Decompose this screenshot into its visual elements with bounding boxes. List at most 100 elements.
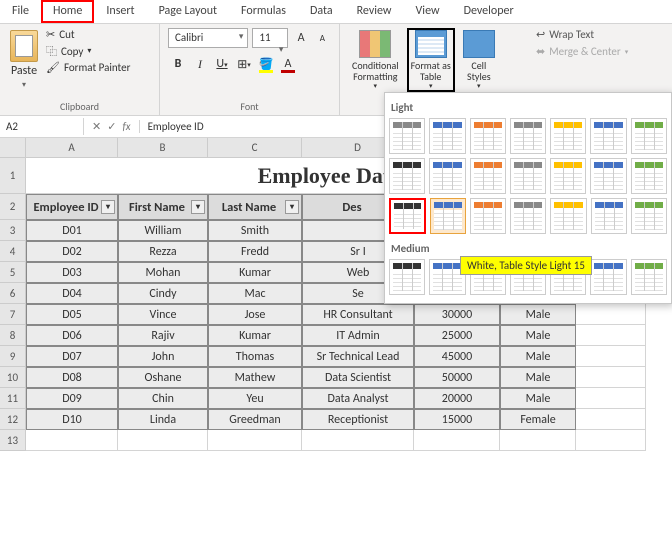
bold-button[interactable]: B — [168, 54, 188, 74]
table-cell[interactable]: Greedman — [208, 409, 302, 430]
table-cell[interactable] — [576, 409, 646, 430]
table-style-thumb[interactable] — [389, 259, 425, 295]
copy-button[interactable]: ⿻Copy ▾ — [46, 43, 130, 59]
table-cell[interactable] — [500, 430, 576, 451]
row-header[interactable]: 8 — [0, 325, 26, 346]
table-style-thumb[interactable] — [631, 158, 667, 194]
table-style-thumb[interactable] — [510, 158, 546, 194]
table-style-thumb[interactable] — [590, 158, 626, 194]
table-style-thumb[interactable] — [470, 198, 506, 234]
table-cell[interactable] — [576, 367, 646, 388]
row-header[interactable]: 6 — [0, 283, 26, 304]
table-cell[interactable]: 25000 — [414, 325, 500, 346]
table-cell[interactable] — [208, 430, 302, 451]
table-style-thumb[interactable] — [550, 198, 586, 234]
table-cell[interactable]: Rajiv — [118, 325, 208, 346]
fx-icon[interactable]: fx — [122, 120, 130, 133]
table-style-thumb[interactable] — [631, 198, 667, 234]
table-cell[interactable]: Smith — [208, 220, 302, 241]
table-cell[interactable]: Male — [500, 367, 576, 388]
cell-styles-button[interactable]: Cell Styles▾ — [459, 28, 499, 92]
table-cell[interactable]: 30000 — [414, 304, 500, 325]
row-header[interactable]: 1 — [0, 158, 26, 194]
table-cell[interactable]: Receptionist — [302, 409, 414, 430]
table-cell[interactable]: William — [118, 220, 208, 241]
name-box[interactable]: A2 — [0, 118, 84, 135]
table-cell[interactable]: Linda — [118, 409, 208, 430]
table-cell[interactable]: Yeu — [208, 388, 302, 409]
table-cell[interactable]: D03 — [26, 262, 118, 283]
table-cell[interactable]: Data Analyst — [302, 388, 414, 409]
table-cell[interactable]: Mathew — [208, 367, 302, 388]
tab-view[interactable]: View — [404, 0, 452, 23]
table-style-thumb[interactable] — [429, 158, 465, 194]
table-cell[interactable]: Mac — [208, 283, 302, 304]
wrap-text-button[interactable]: ↩Wrap Text — [536, 28, 640, 41]
cut-button[interactable]: ✂Cut — [46, 28, 130, 41]
cancel-formula-icon[interactable]: ✕ — [92, 120, 101, 133]
table-cell[interactable]: Jose — [208, 304, 302, 325]
table-cell[interactable]: Vince — [118, 304, 208, 325]
row-header[interactable]: 2 — [0, 194, 26, 220]
row-header[interactable]: 3 — [0, 220, 26, 241]
col-header[interactable]: C — [208, 138, 302, 158]
fill-color-button[interactable]: 🪣 — [256, 54, 276, 74]
table-cell[interactable] — [118, 430, 208, 451]
table-cell[interactable]: D05 — [26, 304, 118, 325]
table-cell[interactable]: Thomas — [208, 346, 302, 367]
table-header[interactable]: Employee ID — [26, 194, 118, 220]
table-cell[interactable]: D04 — [26, 283, 118, 304]
conditional-formatting-button[interactable]: Conditional Formatting▾ — [348, 28, 403, 92]
font-name-select[interactable]: Calibri — [168, 28, 248, 48]
tab-developer[interactable]: Developer — [452, 0, 526, 23]
table-cell[interactable] — [414, 430, 500, 451]
row-header[interactable]: 13 — [0, 430, 26, 451]
table-style-thumb[interactable] — [631, 118, 667, 154]
table-cell[interactable] — [302, 430, 414, 451]
row-header[interactable]: 12 — [0, 409, 26, 430]
table-style-thumb[interactable] — [429, 118, 465, 154]
border-button[interactable]: ⊞▾ — [234, 54, 254, 74]
table-cell[interactable]: 15000 — [414, 409, 500, 430]
table-cell[interactable]: 20000 — [414, 388, 500, 409]
table-cell[interactable]: Female — [500, 409, 576, 430]
table-cell[interactable]: D02 — [26, 241, 118, 262]
row-header[interactable]: 10 — [0, 367, 26, 388]
table-style-thumb[interactable] — [470, 158, 506, 194]
table-cell[interactable]: Fredd — [208, 241, 302, 262]
row-header[interactable]: 5 — [0, 262, 26, 283]
table-cell[interactable]: Male — [500, 388, 576, 409]
tab-home[interactable]: Home — [41, 0, 94, 23]
table-cell[interactable]: Rezza — [118, 241, 208, 262]
table-cell[interactable]: HR Consultant — [302, 304, 414, 325]
table-cell[interactable] — [576, 430, 646, 451]
table-style-thumb[interactable] — [550, 118, 586, 154]
table-cell[interactable]: Male — [500, 346, 576, 367]
table-cell[interactable] — [576, 388, 646, 409]
table-cell[interactable]: D09 — [26, 388, 118, 409]
table-style-thumb[interactable] — [389, 158, 425, 194]
tab-review[interactable]: Review — [345, 0, 404, 23]
table-cell[interactable]: Male — [500, 325, 576, 346]
row-header[interactable]: 11 — [0, 388, 26, 409]
tab-insert[interactable]: Insert — [94, 0, 146, 23]
table-cell[interactable]: Kumar — [208, 325, 302, 346]
table-cell[interactable]: 45000 — [414, 346, 500, 367]
row-header[interactable]: 7 — [0, 304, 26, 325]
table-cell[interactable] — [576, 304, 646, 325]
table-cell[interactable]: D07 — [26, 346, 118, 367]
font-color-button[interactable]: A — [278, 54, 298, 74]
col-header[interactable]: B — [118, 138, 208, 158]
table-cell[interactable]: Mohan — [118, 262, 208, 283]
table-cell[interactable]: Male — [500, 304, 576, 325]
format-painter-button[interactable]: 🖌Format Painter — [46, 61, 130, 74]
table-cell[interactable]: D06 — [26, 325, 118, 346]
table-style-thumb[interactable] — [510, 198, 546, 234]
tab-formulas[interactable]: Formulas — [229, 0, 298, 23]
table-cell[interactable]: D01 — [26, 220, 118, 241]
table-cell[interactable]: John — [118, 346, 208, 367]
select-all-corner[interactable] — [0, 138, 26, 158]
table-style-thumb[interactable] — [590, 259, 626, 295]
font-size-select[interactable]: 11 — [252, 28, 288, 48]
decrease-font-button[interactable]: A — [314, 28, 331, 48]
